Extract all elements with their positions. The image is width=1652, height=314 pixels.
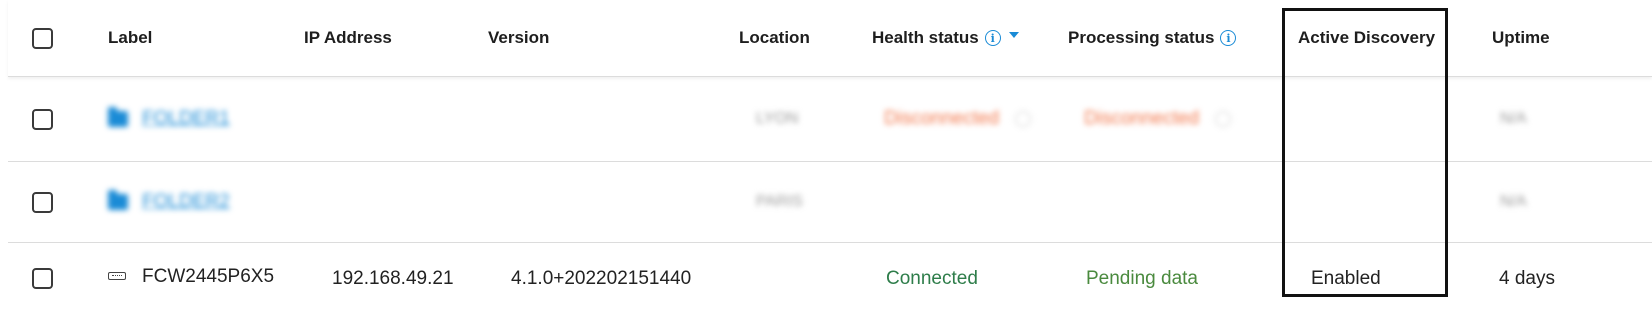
- location-cell: PARIS: [756, 193, 803, 210]
- sort-desc-icon[interactable]: [1008, 32, 1019, 38]
- row-checkbox[interactable]: [32, 268, 53, 289]
- folder-link[interactable]: FOLDER1: [142, 108, 230, 130]
- table-row[interactable]: FOLDER2 PARIS N/A: [8, 162, 1652, 243]
- table-header: Label IP Address Version Location Health…: [8, 0, 1652, 77]
- info-icon[interactable]: i: [1220, 30, 1237, 46]
- processing-cell: Pending data: [1086, 267, 1198, 289]
- column-header-active-discovery[interactable]: Active Discovery: [1298, 0, 1435, 76]
- select-all-checkbox[interactable]: [32, 27, 53, 49]
- health-cell: Disconnected: [884, 77, 1032, 161]
- health-cell: Connected: [886, 267, 978, 289]
- folder-icon: [108, 107, 128, 127]
- column-header-processing[interactable]: Processing status i: [1068, 0, 1237, 76]
- column-header-label[interactable]: Label: [108, 0, 152, 76]
- column-header-location[interactable]: Location: [739, 0, 810, 76]
- column-header-ip[interactable]: IP Address: [304, 0, 392, 76]
- table-row[interactable]: FOLDER1 LYON Disconnected Disconnected N…: [8, 77, 1652, 162]
- active-discovery-cell: Enabled: [1311, 267, 1381, 289]
- label-cell[interactable]: FOLDER2: [108, 162, 230, 242]
- info-icon: [1015, 111, 1032, 127]
- uptime-cell: N/A: [1500, 110, 1527, 127]
- device-icon: [108, 271, 126, 280]
- folder-link[interactable]: FOLDER2: [142, 191, 230, 213]
- uptime-cell: N/A: [1500, 193, 1527, 210]
- select-all-cell: [32, 0, 53, 76]
- ip-cell: 192.168.49.21: [332, 267, 454, 289]
- label-cell[interactable]: FOLDER1: [108, 77, 230, 161]
- info-icon: [1215, 111, 1232, 127]
- folder-icon: [108, 190, 128, 210]
- processing-cell: Disconnected: [1084, 77, 1232, 161]
- info-icon[interactable]: i: [984, 30, 1001, 46]
- device-label[interactable]: FCW2445P6X5: [142, 266, 274, 288]
- column-header-health[interactable]: Health status i: [872, 0, 1019, 76]
- column-header-uptime[interactable]: Uptime: [1492, 0, 1550, 76]
- label-cell[interactable]: FCW2445P6X5: [108, 243, 274, 314]
- uptime-cell: 4 days: [1499, 267, 1555, 289]
- row-checkbox[interactable]: [32, 191, 53, 213]
- version-cell: 4.1.0+202202151440: [511, 267, 692, 289]
- row-checkbox[interactable]: [32, 108, 53, 130]
- table-row[interactable]: FCW2445P6X5 192.168.49.21 4.1.0+20220215…: [8, 243, 1652, 314]
- processing-header-text: Processing status: [1068, 28, 1215, 47]
- column-header-version[interactable]: Version: [488, 0, 549, 76]
- health-header-text: Health status: [872, 28, 979, 47]
- location-cell: LYON: [756, 110, 799, 127]
